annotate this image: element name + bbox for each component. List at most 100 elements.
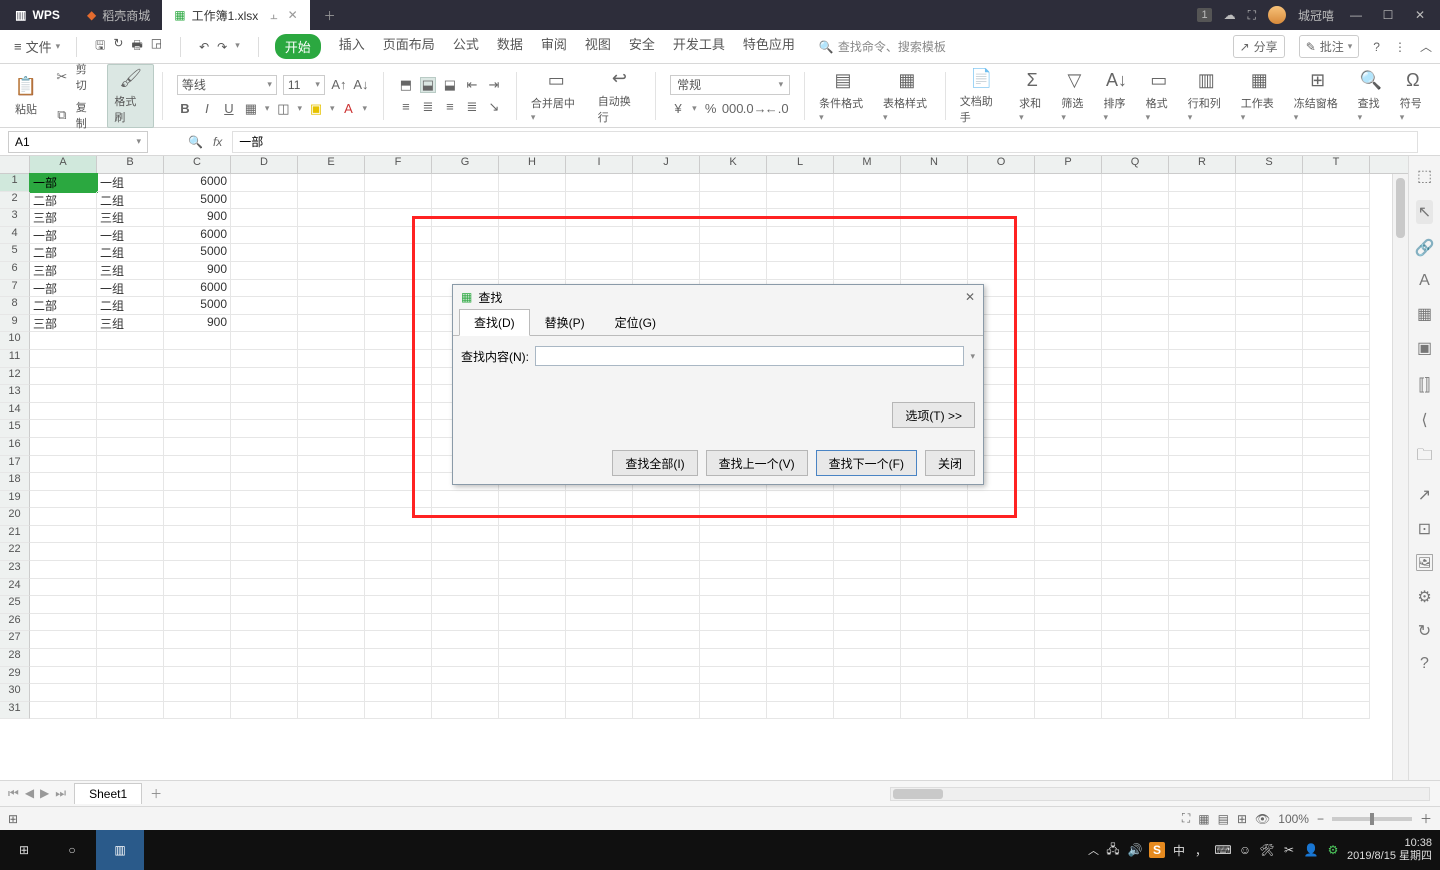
cell[interactable]	[298, 526, 365, 544]
cell[interactable]	[231, 491, 298, 509]
cell[interactable]	[1303, 473, 1370, 491]
cell[interactable]	[901, 227, 968, 245]
cell[interactable]	[767, 491, 834, 509]
cell[interactable]	[968, 596, 1035, 614]
cell[interactable]	[1303, 684, 1370, 702]
cell[interactable]	[365, 403, 432, 421]
cell[interactable]	[1236, 385, 1303, 403]
cell[interactable]: 二组	[97, 244, 164, 262]
cell[interactable]	[298, 508, 365, 526]
row-header[interactable]: 19	[0, 491, 30, 509]
cell[interactable]	[968, 684, 1035, 702]
cell[interactable]	[1102, 491, 1169, 509]
cell[interactable]	[432, 227, 499, 245]
tray-expand-icon[interactable]: ︿	[1088, 842, 1099, 858]
cell[interactable]	[432, 649, 499, 667]
find-content-input[interactable]	[535, 346, 964, 366]
col-header-O[interactable]: O	[968, 156, 1035, 173]
paste-button[interactable]: 📋 粘贴	[8, 73, 44, 119]
cell[interactable]	[1102, 227, 1169, 245]
cell[interactable]	[30, 473, 97, 491]
cell[interactable]	[499, 561, 566, 579]
cell[interactable]	[1035, 596, 1102, 614]
cell[interactable]	[30, 684, 97, 702]
menu-tab-审阅[interactable]: 审阅	[541, 34, 567, 59]
cell[interactable]: 900	[164, 315, 231, 333]
cell[interactable]	[700, 614, 767, 632]
cell[interactable]	[97, 420, 164, 438]
cell[interactable]	[1303, 508, 1370, 526]
print-icon[interactable]: 🖶	[131, 36, 142, 57]
cell[interactable]	[1035, 315, 1102, 333]
cell[interactable]	[1236, 297, 1303, 315]
cell[interactable]	[1169, 280, 1236, 298]
col-header-R[interactable]: R	[1169, 156, 1236, 173]
cell[interactable]	[164, 649, 231, 667]
cell[interactable]	[1169, 350, 1236, 368]
cell[interactable]	[30, 614, 97, 632]
cell[interactable]	[97, 368, 164, 386]
cell[interactable]: 三部	[30, 262, 97, 280]
cell[interactable]	[365, 350, 432, 368]
cell[interactable]	[1035, 192, 1102, 210]
cursor-icon[interactable]: ↖	[1416, 200, 1433, 224]
cell[interactable]	[767, 209, 834, 227]
cell[interactable]	[432, 684, 499, 702]
cell[interactable]	[231, 209, 298, 227]
cell[interactable]	[231, 561, 298, 579]
username[interactable]: 城冠嘻	[1298, 7, 1334, 24]
cell[interactable]	[1236, 631, 1303, 649]
cell[interactable]	[30, 561, 97, 579]
cell[interactable]: 6000	[164, 174, 231, 192]
cell[interactable]	[164, 579, 231, 597]
cell[interactable]	[968, 614, 1035, 632]
cell[interactable]	[1102, 297, 1169, 315]
menu-tab-开发工具[interactable]: 开发工具	[673, 34, 725, 59]
cell[interactable]	[164, 561, 231, 579]
select-icon[interactable]: ⬚	[1417, 166, 1432, 186]
cell[interactable]	[1236, 315, 1303, 333]
cell[interactable]	[97, 403, 164, 421]
cell[interactable]	[298, 684, 365, 702]
copy-button[interactable]: ⧉ 复制	[54, 99, 97, 131]
bold-icon[interactable]: B	[177, 101, 193, 117]
cell[interactable]	[767, 667, 834, 685]
cell[interactable]	[365, 315, 432, 333]
cell[interactable]	[298, 702, 365, 720]
cell[interactable]	[700, 227, 767, 245]
cell[interactable]	[633, 631, 700, 649]
cell[interactable]	[1035, 614, 1102, 632]
cell[interactable]	[834, 649, 901, 667]
cell[interactable]	[164, 350, 231, 368]
dialog-action-button[interactable]: 查找下一个(F)	[816, 450, 917, 476]
col-header-M[interactable]: M	[834, 156, 901, 173]
cell[interactable]	[164, 438, 231, 456]
cell[interactable]	[499, 684, 566, 702]
cell[interactable]	[97, 649, 164, 667]
cell[interactable]	[1303, 368, 1370, 386]
symbol-button[interactable]: Ω符号▾	[1394, 67, 1432, 125]
comma-icon[interactable]: 000	[725, 101, 741, 117]
cell[interactable]	[901, 702, 968, 720]
cell[interactable]	[1236, 508, 1303, 526]
cell[interactable]	[432, 614, 499, 632]
cell[interactable]	[1303, 385, 1370, 403]
new-tab-button[interactable]: ＋	[310, 7, 350, 24]
cell[interactable]	[1035, 438, 1102, 456]
worksheet-button[interactable]: ▦工作表▾	[1235, 67, 1284, 125]
cell[interactable]	[1303, 280, 1370, 298]
cell[interactable]	[700, 596, 767, 614]
cell[interactable]	[97, 579, 164, 597]
cell[interactable]	[499, 508, 566, 526]
cell[interactable]	[97, 508, 164, 526]
formula-input[interactable]: 一部	[232, 131, 1418, 153]
row-header[interactable]: 28	[0, 649, 30, 667]
cell[interactable]	[767, 262, 834, 280]
cell[interactable]	[97, 456, 164, 474]
dialog-titlebar[interactable]: ▦ 查找 ✕	[453, 285, 983, 309]
cell[interactable]	[767, 174, 834, 192]
cell[interactable]	[1102, 332, 1169, 350]
cell[interactable]	[1102, 543, 1169, 561]
cell[interactable]: 二部	[30, 297, 97, 315]
cell[interactable]	[1236, 438, 1303, 456]
